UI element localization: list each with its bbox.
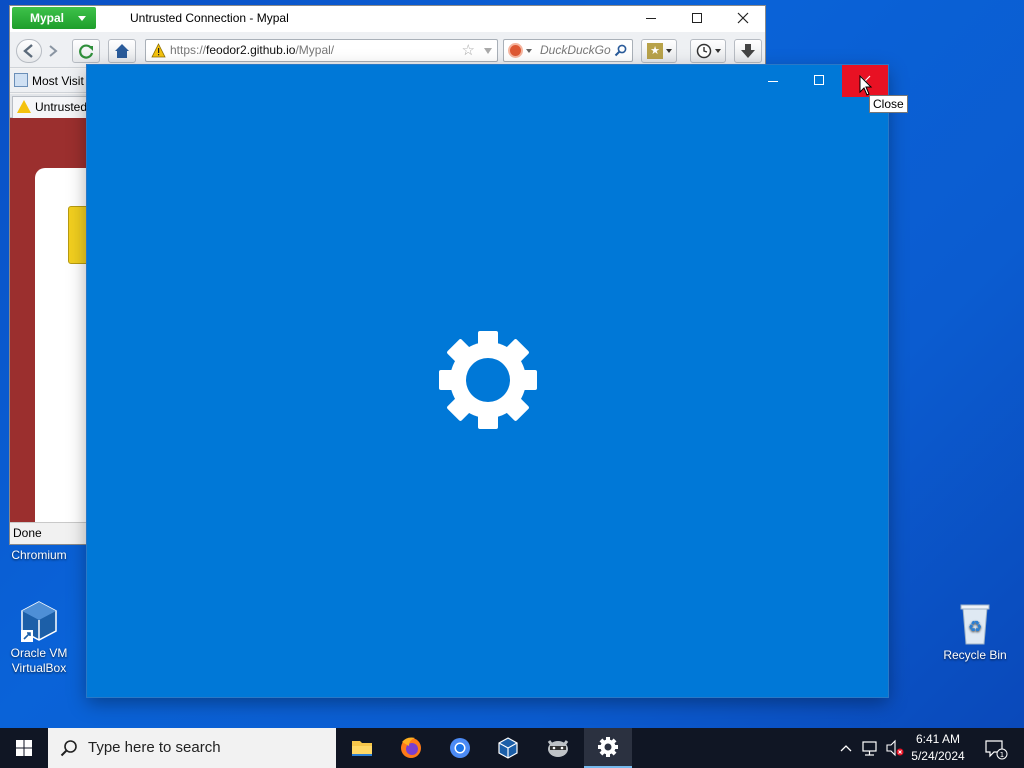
desktop-icon-label: Chromium [11,548,67,562]
close-icon [737,12,749,24]
reload-icon [79,44,94,59]
forward-arrow-icon [49,45,58,57]
show-hidden-icons-button[interactable] [836,728,856,768]
minimize-icon [646,18,656,19]
duckduckgo-icon [508,43,523,58]
file-explorer-icon [352,741,372,756]
bookmarks-menu-button[interactable]: ★ [641,39,677,63]
tab-label: Untrusted [35,100,88,114]
bookmarks-star-icon: ★ [647,43,663,59]
back-button[interactable] [16,39,42,63]
desktop-icon-virtualbox[interactable]: Oracle VM VirtualBox [1,600,77,676]
history-dropdown-icon[interactable] [484,48,492,54]
bookmark-label: Most Visit [32,74,84,88]
home-icon [115,44,129,58]
window-title: Untrusted Connection - Mypal [130,11,289,25]
minimize-button[interactable] [628,6,674,32]
navigation-toolbar: https://feodor2.github.io/Mypal/ ☆ DuckD… [10,32,765,68]
maximize-button[interactable] [674,6,720,32]
bookmark-most-visited[interactable]: Most Visit [14,73,84,89]
maximize-icon [814,75,824,85]
settings-close-button[interactable] [842,65,888,97]
mouse-cursor-icon [859,75,873,96]
chromium-icon [450,738,470,758]
notification-icon: 1 [985,740,1008,760]
search-placeholder: DuckDuckGo [540,43,611,57]
svg-text:1: 1 [1000,751,1004,759]
clock-icon [696,43,712,59]
downloads-button[interactable] [734,39,762,63]
history-menu-button[interactable] [690,39,726,63]
taskbar-chromium[interactable] [436,728,484,768]
recycle-bin-icon: ♻ [955,602,995,646]
star-bookmark-icon[interactable]: ☆ [462,40,475,61]
system-clock[interactable]: 6:41 AM 5/24/2024 [900,731,976,765]
app-menu-label: Mypal [30,11,65,25]
app-menu-button[interactable]: Mypal [12,7,96,29]
browser-titlebar: Mypal Untrusted Connection - Mypal [10,6,765,32]
close-button[interactable] [720,6,766,32]
windows-logo-icon [16,740,32,756]
close-tooltip: Close [869,95,908,113]
chevron-up-icon [840,745,852,752]
settings-window: Close [87,65,908,697]
taskbar-file-explorer[interactable] [338,728,386,768]
warning-icon [17,100,31,113]
settings-maximize-button[interactable] [796,65,842,97]
desktop-icon-recycle-bin[interactable]: ♻ Recycle Bin [937,602,1013,663]
tab-untrusted[interactable]: Untrusted [12,96,92,118]
search-icon [60,740,77,757]
desktop-icon-label: Recycle Bin [943,648,1007,662]
home-button[interactable] [108,39,136,63]
maximize-icon [692,13,702,23]
virtualbox-icon [498,737,518,759]
taskbar-firefox[interactable] [387,728,435,768]
download-arrow-icon [741,44,755,58]
engine-dropdown-icon [526,49,532,53]
warning-icon [151,43,166,58]
url-path: /Mypal/ [295,43,335,57]
chevron-down-icon [715,49,721,53]
taskbar-raccoon-app[interactable] [534,728,582,768]
back-arrow-icon [23,44,33,58]
chevron-down-icon [666,49,672,53]
url-bar[interactable]: https://feodor2.github.io/Mypal/ ☆ [145,39,498,62]
network-status[interactable] [860,728,882,768]
taskbar: Type here to search 6:41 AM 5/24/2024 1 [0,728,1024,768]
search-icon[interactable] [614,44,627,57]
network-icon [862,741,877,756]
taskbar-settings[interactable] [584,728,632,768]
error-card [35,168,98,528]
start-button[interactable] [0,728,48,768]
url-prefix: https:// [170,43,207,57]
url-host: feodor2.github.io [206,43,296,57]
firefox-icon [401,737,421,758]
clock-date: 5/24/2024 [911,749,965,763]
bookmark-page-icon [14,73,28,87]
minimize-icon [768,81,778,82]
settings-gear-icon [598,737,618,757]
gear-icon [439,331,537,429]
search-bar[interactable]: DuckDuckGo [503,39,633,62]
taskbar-search-box[interactable]: Type here to search [48,728,336,768]
action-center-button[interactable]: 1 [980,728,1010,768]
chevron-down-icon [78,16,86,21]
forward-button[interactable] [44,41,62,61]
virtualbox-icon [19,600,59,644]
desktop-icon-label: Oracle VM VirtualBox [10,646,68,675]
svg-text:♻: ♻ [968,617,982,636]
taskbar-search-placeholder: Type here to search [88,739,221,756]
clock-time: 6:41 AM [915,732,961,746]
app-raccoon-icon [547,740,569,757]
settings-minimize-button[interactable] [750,65,796,97]
taskbar-virtualbox[interactable] [484,728,532,768]
reload-button[interactable] [72,39,100,63]
